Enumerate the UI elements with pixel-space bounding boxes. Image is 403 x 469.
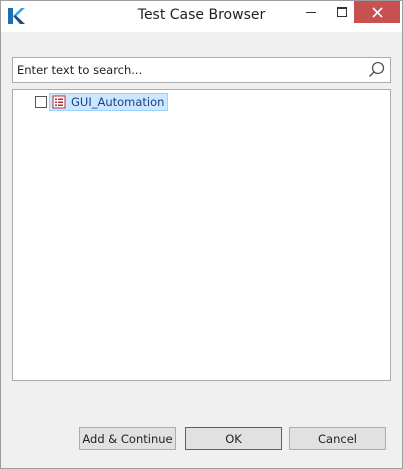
tree-item-checkbox[interactable] xyxy=(35,96,47,108)
katalon-k-icon xyxy=(8,8,25,24)
close-button[interactable] xyxy=(354,1,400,23)
search-input[interactable] xyxy=(17,61,362,79)
tree-item-gui-automation[interactable]: GUI_Automation xyxy=(49,93,169,111)
close-icon xyxy=(371,6,383,18)
add-continue-button[interactable]: Add & Continue xyxy=(79,427,176,450)
title-bar[interactable]: Test Case Browser xyxy=(1,1,402,32)
maximize-button[interactable] xyxy=(327,1,357,23)
dialog-body: GUI_Automation Add & Continue OK Cancel xyxy=(3,32,400,466)
cancel-button[interactable]: Cancel xyxy=(289,427,386,450)
tree-item-label: GUI_Automation xyxy=(71,95,165,109)
maximize-icon xyxy=(337,7,347,17)
minimize-button[interactable] xyxy=(296,1,326,23)
search-box xyxy=(12,57,391,83)
minimize-icon xyxy=(306,12,316,13)
test-case-browser-dialog: Test Case Browser Enter text to search..… xyxy=(0,0,403,469)
ok-button[interactable]: OK xyxy=(185,427,282,450)
test-suite-folder-icon xyxy=(52,95,66,109)
tree-row[interactable]: GUI_Automation xyxy=(35,93,169,111)
search-icon[interactable] xyxy=(368,61,386,79)
test-case-tree[interactable]: GUI_Automation xyxy=(12,89,391,381)
